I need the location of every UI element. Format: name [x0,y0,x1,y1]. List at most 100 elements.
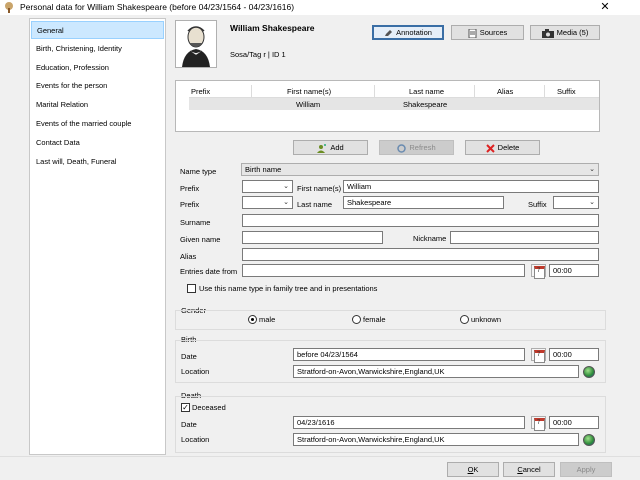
birth-date-input[interactable]: before 04/23/1564 [293,348,525,361]
sidebar-item-last-will[interactable]: Last will, Death, Funeral [31,153,164,171]
refresh-icon [397,143,407,153]
nickname-input[interactable] [450,231,599,244]
pencil-icon [384,29,393,37]
apply-button[interactable]: Apply [560,462,612,477]
death-location-input[interactable]: Stratford-on-Avon,Warwickshire,England,U… [293,433,579,446]
nickname-label: Nickname [413,234,447,243]
refresh-label: Refresh [409,143,436,152]
tree-icon [4,2,14,13]
given-name-input[interactable] [242,231,383,244]
camera-icon [541,28,554,38]
deceased-checkbox[interactable]: ✓ [181,403,190,412]
media-label: Media (5) [556,28,589,37]
death-location-label: Location [181,435,210,444]
prefix-label: Prefix [180,184,200,193]
chevron-down-icon: ⌄ [589,166,595,173]
given-name-label: Given name [180,235,221,244]
column-header-suffix[interactable]: Suffix [557,87,576,96]
first-names-input[interactable]: William [343,180,599,193]
table-row[interactable]: William Shakespeare [189,98,599,110]
gender-male-label: male [259,315,276,324]
gender-group [175,310,606,330]
annotation-label: Annotation [396,28,432,37]
surname-label: Surname [180,218,211,227]
sidebar-item-general[interactable]: General [31,21,164,39]
annotation-button[interactable]: Annotation [372,25,444,40]
birth-location-input[interactable]: Stratford-on-Avon,Warwickshire,England,U… [293,365,579,378]
chevron-down-icon: ⌄ [283,199,289,206]
column-header-first-names[interactable]: First name(s) [287,87,331,96]
sources-button[interactable]: Sources [451,25,524,40]
media-button[interactable]: Media (5) [530,25,600,40]
delete-label: Delete [497,143,520,152]
entries-time-input[interactable]: 00:00 [549,264,599,277]
add-person-icon [317,143,327,153]
sidebar-item-marital-relation[interactable]: Marital Relation [31,96,164,114]
delete-icon [485,143,495,153]
birth-time-input[interactable]: 00:00 [549,348,599,361]
use-name-type-checkbox[interactable] [187,284,196,293]
calendar-icon[interactable] [531,264,546,279]
sources-label: Sources [479,28,508,37]
prefix-select[interactable]: ⌄ [242,180,293,193]
last-name-label: Last name [297,200,333,209]
cancel-button[interactable]: Cancel [503,462,555,477]
name-type-value: Birth name [245,165,282,174]
delete-button[interactable]: Delete [465,140,540,155]
globe-icon[interactable] [583,366,595,378]
deceased-label: Deceased [192,403,226,412]
prefix-select-2[interactable]: ⌄ [242,196,293,209]
globe-icon[interactable] [583,434,595,446]
window-title: Personal data for William Shakespeare (b… [20,2,295,12]
calendar-icon[interactable] [531,416,546,431]
death-date-input[interactable]: 04/23/1616 [293,416,525,429]
title-bar: Personal data for William Shakespeare (b… [0,0,640,15]
refresh-button[interactable]: Refresh [379,140,454,155]
alias-label: Alias [180,252,197,261]
name-type-select[interactable]: Birth name ⌄ [241,163,599,176]
cell-last-name: Shakespeare [403,100,448,109]
sidebar-item-events-couple[interactable]: Events of the married couple [31,115,164,133]
prefix-label-2: Prefix [180,200,200,209]
column-header-alias[interactable]: Alias [497,87,513,96]
first-names-label: First name(s) [297,184,342,193]
suffix-select[interactable]: ⌄ [553,196,599,209]
add-label: Add [330,143,344,152]
names-table-header: Prefix First name(s) Last name Alias Suf… [189,85,599,98]
cancel-label: ancel [522,465,541,474]
death-time-input[interactable]: 00:00 [549,416,599,429]
sidebar-item-events-person[interactable]: Events for the person [31,77,164,95]
sidebar-item-birth-christening[interactable]: Birth, Christening, Identity [31,40,164,58]
column-header-prefix[interactable]: Prefix [191,87,210,96]
sidebar-item-education[interactable]: Education, Profession [31,59,164,77]
person-name: William Shakespeare [230,23,315,33]
ok-label: K [473,465,479,474]
gender-unknown-radio[interactable] [460,315,469,324]
name-type-label: Name type [180,167,217,176]
sosa-id: Sosa/Tag r | ID 1 [230,50,286,59]
gender-male-radio[interactable] [248,315,257,324]
close-icon[interactable]: ✕ [598,0,612,13]
add-button[interactable]: Add [293,140,368,155]
sidebar-item-contact-data[interactable]: Contact Data [31,134,164,152]
calendar-icon[interactable] [531,348,546,363]
gender-female-radio[interactable] [352,315,361,324]
entries-date-label: Entries date from [180,267,238,276]
birth-location-label: Location [181,367,210,376]
entries-date-input[interactable] [242,264,525,277]
column-header-last-name[interactable]: Last name [409,87,444,96]
names-table[interactable]: Prefix First name(s) Last name Alias Suf… [175,80,600,132]
surname-input[interactable] [242,214,599,227]
chevron-down-icon: ⌄ [283,183,289,190]
gender-unknown-label: unknown [471,315,502,324]
portrait-image[interactable] [175,20,217,68]
document-icon [468,28,477,38]
gender-female-label: female [363,315,386,324]
alias-input[interactable] [242,248,599,261]
ok-button[interactable]: OK [447,462,499,477]
death-date-label: Date [181,420,197,429]
chevron-down-icon: ⌄ [589,199,595,206]
birth-date-label: Date [181,352,197,361]
last-name-input[interactable]: Shakespeare [343,196,504,209]
suffix-label: Suffix [528,200,547,209]
